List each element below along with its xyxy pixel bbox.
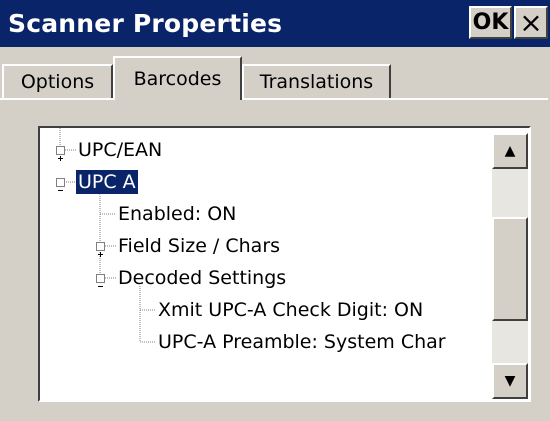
tab-options[interactable]: Options bbox=[2, 64, 113, 98]
tab-options-label: Options bbox=[20, 71, 95, 93]
tab-barcodes[interactable]: Barcodes bbox=[113, 56, 242, 100]
tab-translations[interactable]: Translations bbox=[242, 64, 391, 98]
arrow-down-icon: ▼ bbox=[504, 373, 516, 389]
scroll-down-button[interactable]: ▼ bbox=[492, 363, 528, 399]
barcode-tree-view[interactable]: UPC/EAN UPC A Enabled: ON Field Size / C… bbox=[38, 126, 531, 402]
tab-barcodes-label: Barcodes bbox=[133, 68, 222, 90]
arrow-up-icon: ▲ bbox=[504, 143, 516, 159]
collapse-upc-a-icon[interactable] bbox=[56, 178, 65, 191]
tab-translations-label: Translations bbox=[259, 71, 374, 93]
tree-item-preamble[interactable]: UPC-A Preamble: System Char bbox=[158, 330, 446, 354]
tree-item-enabled[interactable]: Enabled: ON bbox=[118, 202, 236, 226]
window-title: Scanner Properties bbox=[8, 9, 283, 38]
ok-button[interactable]: OK bbox=[469, 6, 512, 39]
tree-item-upc-ean[interactable]: UPC/EAN bbox=[78, 138, 162, 162]
tree-item-upc-a[interactable]: UPC A bbox=[75, 169, 139, 195]
vertical-scrollbar[interactable]: ▲ ▼ bbox=[492, 133, 528, 399]
expand-upc-ean-icon[interactable] bbox=[56, 146, 65, 161]
expand-field-size-icon[interactable] bbox=[96, 242, 105, 257]
scroll-up-button[interactable]: ▲ bbox=[492, 133, 528, 169]
scroll-thumb[interactable] bbox=[492, 217, 528, 321]
tree-item-decoded-settings[interactable]: Decoded Settings bbox=[118, 266, 286, 290]
title-bar: Scanner Properties OK × bbox=[0, 0, 550, 47]
close-button[interactable]: × bbox=[514, 6, 548, 39]
tree-item-field-size[interactable]: Field Size / Chars bbox=[118, 234, 280, 258]
collapse-decoded-settings-icon[interactable] bbox=[96, 274, 105, 287]
tree-item-xmit-check-digit[interactable]: Xmit UPC-A Check Digit: ON bbox=[158, 298, 423, 322]
tree-connector-lines bbox=[59, 128, 156, 343]
